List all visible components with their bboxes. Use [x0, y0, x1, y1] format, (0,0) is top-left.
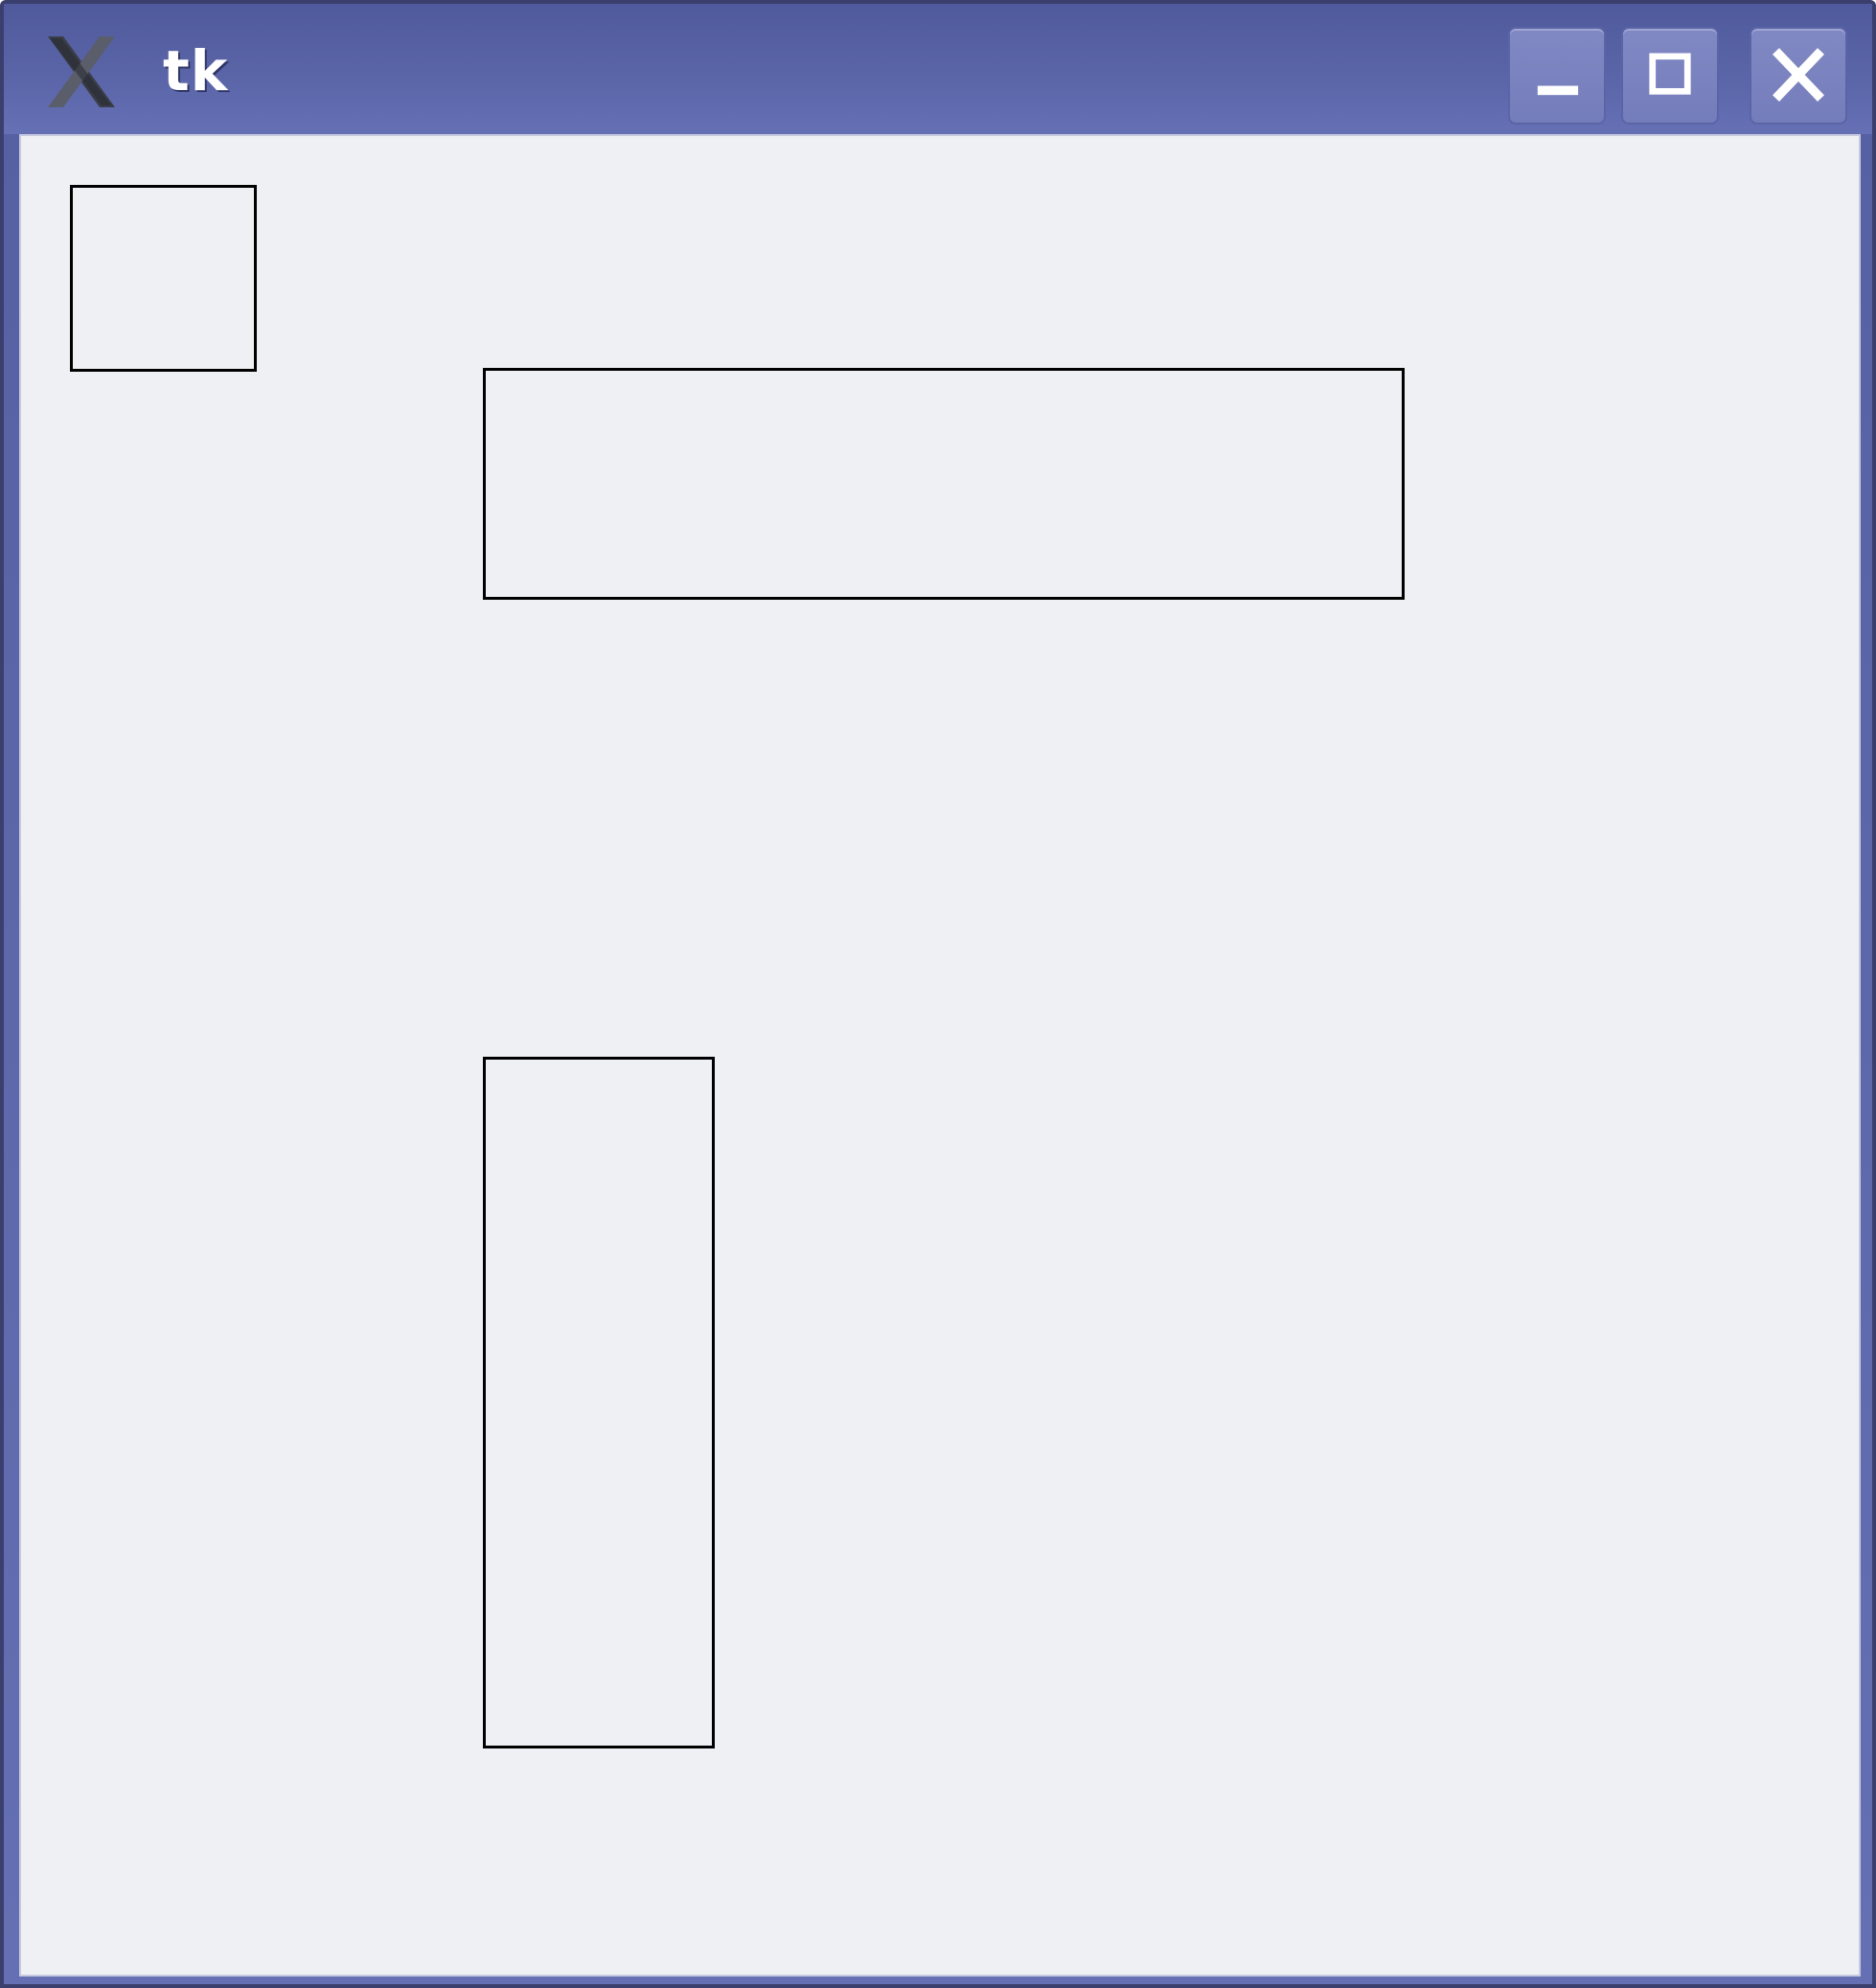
window-title: tk — [163, 38, 229, 103]
canvas-rectangle-wide — [483, 368, 1405, 600]
canvas-rectangle-tall — [483, 1057, 715, 1748]
application-window: tk — [0, 0, 1876, 1988]
title-bar[interactable]: tk — [4, 4, 1872, 134]
close-button[interactable] — [1750, 27, 1847, 125]
minimize-button[interactable] — [1508, 27, 1606, 125]
maximize-button[interactable] — [1621, 27, 1719, 125]
x-logo-icon[interactable] — [42, 33, 121, 111]
canvas-area[interactable] — [19, 134, 1861, 1977]
canvas-rectangle-square — [70, 185, 257, 372]
